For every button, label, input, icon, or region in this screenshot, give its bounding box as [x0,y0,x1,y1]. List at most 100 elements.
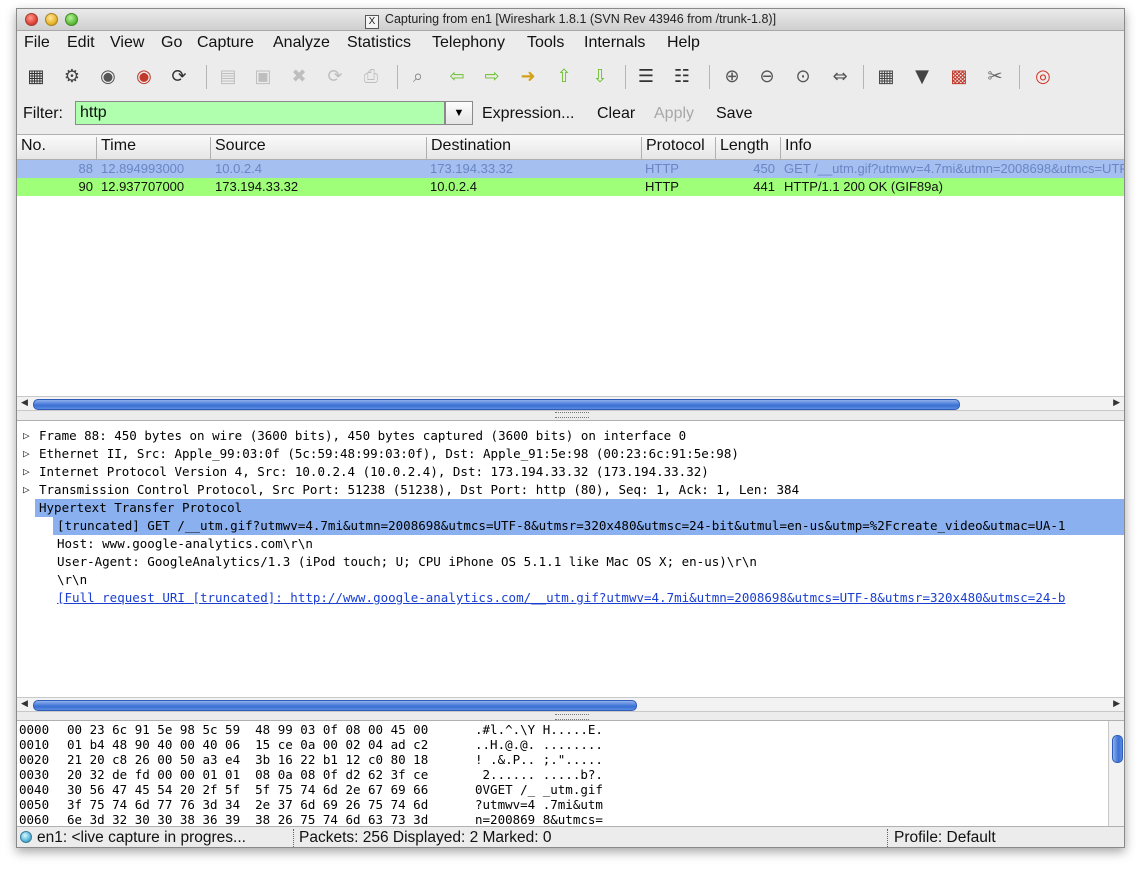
resize-columns-icon[interactable]: ⇔ [828,65,852,89]
scroll-left-icon[interactable]: ◀ [21,699,28,709]
detail-row[interactable]: ▷ Ethernet II, Src: Apple_99:03:0f (5c:59… [17,445,1124,463]
capture-options-icon[interactable]: ⚙ [60,65,84,89]
print-icon[interactable]: ⎙ [359,65,383,89]
colorize-icon[interactable]: ☰ [634,65,658,89]
scroll-right-icon[interactable]: ▶ [1113,699,1120,709]
hex-bytes: 30 56 47 45 54 20 2f 5f 5f 75 74 6d 2e 6… [67,782,429,797]
column-header-no[interactable]: No. [17,137,97,159]
reload-icon[interactable]: ⟳ [323,65,347,89]
open-file-icon[interactable]: ▤ [216,65,240,89]
menu-analyze[interactable]: Analyze [273,34,330,52]
find-packet-icon[interactable]: ⌕ [406,65,430,89]
packet-row[interactable]: 88 12.894993000 10.0.2.4 173.194.33.32 HTTP 4… [17,160,1124,178]
start-capture-icon[interactable]: ◉ [96,65,120,89]
packet-details: ▷ Frame 88: 450 bytes on wire (3600 bits)… [17,420,1124,697]
details-hscrollbar[interactable]: ◀ ▶ [17,697,1124,712]
menu-go[interactable]: Go [161,34,182,52]
expand-arrow-icon[interactable]: ▷ [23,445,30,463]
go-forward-icon[interactable]: ⇨ [480,65,504,89]
column-header-protocol[interactable]: Protocol [642,137,716,159]
go-back-icon[interactable]: ⇦ [445,65,469,89]
column-header-length[interactable]: Length [716,137,781,159]
preferences-icon[interactable]: ✂ [983,65,1007,89]
save-filter-button[interactable]: Save [716,105,752,123]
filter-dropdown-button[interactable]: ▼ [445,101,473,125]
go-first-icon[interactable]: ⇧ [552,65,576,89]
auto-scroll-icon[interactable]: ☷ [670,65,694,89]
bytes-vscrollbar[interactable] [1108,721,1124,827]
packet-source: 173.194.33.32 [215,179,299,194]
menu-file[interactable]: File [24,34,50,52]
hex-bytes: 21 20 c8 26 00 50 a3 e4 3b 16 22 b1 12 c… [67,752,429,767]
menu-statistics[interactable]: Statistics [347,34,411,52]
expand-arrow-icon[interactable]: ▷ [23,481,30,499]
hex-ascii: ..H.@.@. ........ [475,737,603,752]
expand-arrow-icon[interactable]: ▷ [23,463,30,481]
status-separator[interactable] [293,829,294,847]
menu-tools[interactable]: Tools [527,34,564,52]
column-header-destination[interactable]: Destination [427,137,642,159]
display-filters-icon[interactable]: ▼ [910,65,934,89]
filter-input[interactable]: http [75,101,445,125]
details-scroll-thumb[interactable] [33,700,637,711]
hex-bytes: 00 23 6c 91 5e 98 5c 59 48 99 03 0f 08 0… [67,722,429,737]
restart-capture-icon[interactable]: ⟳ [167,65,191,89]
coloring-rules-icon[interactable]: ▩ [947,65,971,89]
interfaces-icon[interactable]: ▦ [24,65,48,89]
packet-info: GET /__utm.gif?utmwv=4.7mi&utmn=2008698&… [784,161,1124,176]
detail-text: Internet Protocol Version 4, Src: 10.0.2… [39,464,709,479]
detail-row[interactable]: User-Agent: GoogleAnalytics/1.3 (iPod to… [17,553,1124,571]
pane-splitter[interactable] [555,412,589,418]
column-header-source[interactable]: Source [211,137,427,159]
column-header-info[interactable]: Info [781,137,1124,159]
apply-button[interactable]: Apply [654,105,694,123]
packet-info: HTTP/1.1 200 OK (GIF89a) [784,179,943,194]
status-profile[interactable]: Profile: Default [894,829,1094,847]
filter-toolbar: Filter: http ▼ Expression... Clear Apply… [17,97,1124,129]
hex-ascii: ?utmwv=4 .7mi&utm [475,797,603,812]
hex-offset: 0060 [19,812,50,827]
packet-row[interactable]: 90 12.937707000 173.194.33.32 10.0.2.4 HTTP 4… [17,178,1124,196]
menu-edit[interactable]: Edit [67,34,95,52]
hex-offset: 0040 [19,782,50,797]
expert-info-icon[interactable] [20,831,32,843]
close-file-icon[interactable]: ✖ [287,65,311,89]
hex-bytes: 01 b4 48 90 40 00 40 06 15 ce 0a 00 02 0… [67,737,429,752]
normal-size-icon[interactable]: ⊙ [791,65,815,89]
packet-list-hscrollbar[interactable]: ◀ ▶ [17,396,1124,411]
expand-arrow-icon[interactable]: ▷ [23,427,30,445]
detail-text: [Full request URI [truncated]: http://ww… [57,590,1066,605]
menu-help[interactable]: Help [667,34,700,52]
zoom-in-icon[interactable]: ⊕ [720,65,744,89]
detail-row[interactable]: \r\n [17,571,1124,589]
go-to-packet-icon[interactable]: ➜ [516,65,540,89]
detail-row[interactable]: [Full request URI [truncated]: http://ww… [17,589,1124,607]
clear-button[interactable]: Clear [597,105,635,123]
packet-list-scroll-thumb[interactable] [33,399,960,410]
detail-row[interactable]: ▷ Internet Protocol Version 4, Src: 10.0.… [17,463,1124,481]
stop-capture-icon[interactable]: ◉ [132,65,156,89]
menu-telephony[interactable]: Telephony [432,34,505,52]
go-last-icon[interactable]: ⇩ [588,65,612,89]
detail-row[interactable]: ▷ Transmission Control Protocol, Src Port… [17,481,1124,499]
detail-text: Hypertext Transfer Protocol [39,500,243,515]
column-header-time[interactable]: Time [97,137,211,159]
packet-length: 441 [753,179,775,194]
save-file-icon[interactable]: ▣ [251,65,275,89]
menu-capture[interactable]: Capture [197,34,254,52]
menu-view[interactable]: View [110,34,144,52]
capture-filters-icon[interactable]: ▦ [874,65,898,89]
expression-button[interactable]: Expression... [482,105,574,123]
detail-text: \r\n [57,572,88,587]
menu-internals[interactable]: Internals [584,34,645,52]
detail-row[interactable]: ▷ Frame 88: 450 bytes on wire (3600 bits)… [17,427,1124,445]
zoom-out-icon[interactable]: ⊖ [755,65,779,89]
scroll-left-icon[interactable]: ◀ [21,398,28,408]
help-icon[interactable]: ◎ [1031,65,1055,89]
scroll-right-icon[interactable]: ▶ [1113,398,1120,408]
bytes-scroll-thumb[interactable] [1112,735,1123,763]
status-separator[interactable] [887,829,888,847]
detail-row[interactable]: ▷[truncated] GET /__utm.gif?utmwv=4.7mi&… [53,517,1124,535]
detail-row[interactable]: ▽Hypertext Transfer Protocol [35,499,1124,517]
detail-row[interactable]: Host: www.google-analytics.com\r\n [17,535,1124,553]
